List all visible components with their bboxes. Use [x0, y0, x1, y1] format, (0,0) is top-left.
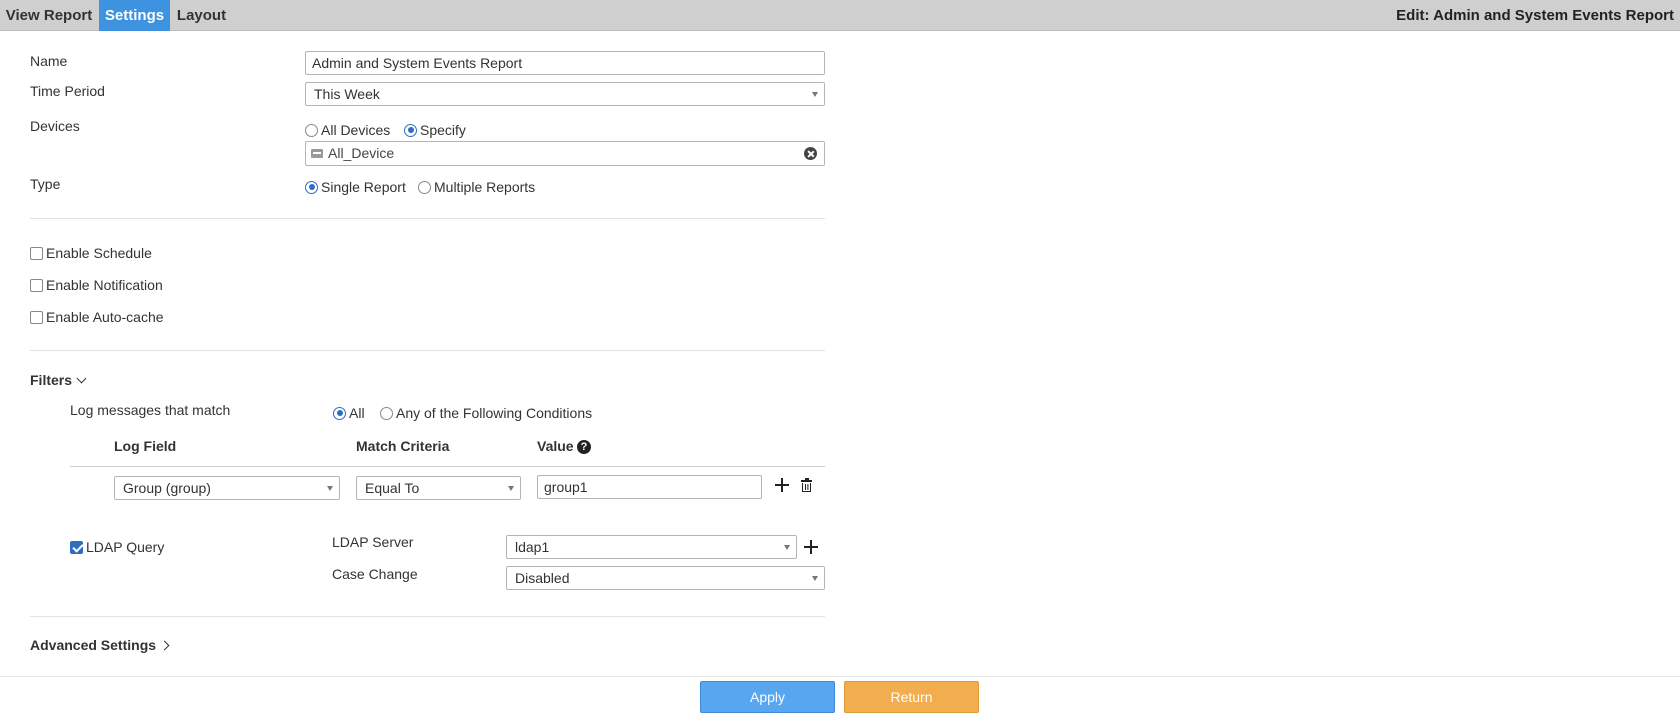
chevron-down-icon	[508, 486, 514, 491]
tab-layout[interactable]: Layout	[170, 0, 233, 31]
help-icon[interactable]: ?	[577, 440, 591, 454]
checkbox-box	[70, 540, 83, 554]
add-filter-icon[interactable]	[775, 478, 789, 492]
ldap-server-value: ldap1	[515, 539, 550, 555]
column-match-criteria: Match Criteria	[356, 438, 450, 454]
enable-autocache-checkbox[interactable]: Enable Auto-cache	[30, 308, 164, 326]
time-period-value: This Week	[314, 86, 380, 102]
time-period-select[interactable]: This Week	[305, 82, 825, 106]
chevron-down-icon	[327, 486, 333, 491]
radio-single-report[interactable]: Single Report	[305, 178, 406, 196]
case-change-select[interactable]: Disabled	[506, 566, 825, 590]
enable-notification-checkbox[interactable]: Enable Notification	[30, 276, 163, 294]
radio-all-devices[interactable]: All Devices	[305, 121, 390, 139]
log-field-value: Group (group)	[123, 480, 211, 496]
radio-circle	[305, 180, 318, 194]
match-criteria-value: Equal To	[365, 480, 420, 496]
filters-toggle[interactable]: Filters	[30, 372, 87, 388]
radio-circle	[404, 123, 417, 137]
checkbox-label: LDAP Query	[86, 539, 165, 555]
column-value: Value	[537, 438, 574, 454]
filters-title: Filters	[30, 372, 73, 388]
divider	[30, 218, 825, 219]
tab-view-report[interactable]: View Report	[0, 0, 98, 31]
ldap-server-label: LDAP Server	[332, 534, 414, 550]
case-change-value: Disabled	[515, 570, 570, 586]
trash-icon[interactable]	[801, 478, 812, 492]
radio-label: Any of the Following Conditions	[396, 405, 593, 421]
radio-match-any[interactable]: Any of the Following Conditions	[380, 404, 592, 422]
checkbox-box	[30, 278, 43, 292]
divider	[30, 350, 825, 351]
checkbox-box	[30, 310, 43, 324]
device-tag-label: All_Device	[328, 145, 395, 161]
chevron-down-icon	[76, 373, 87, 384]
divider	[30, 616, 825, 617]
time-period-label: Time Period	[30, 83, 105, 99]
radio-label: Specify	[420, 122, 466, 138]
tab-settings[interactable]: Settings	[99, 0, 170, 31]
ldap-query-checkbox[interactable]: LDAP Query	[70, 538, 164, 556]
checkbox-label: Enable Notification	[46, 277, 163, 293]
table-header-divider	[70, 466, 825, 467]
footer-divider	[0, 676, 1680, 677]
checkbox-label: Enable Schedule	[46, 245, 152, 261]
clear-icon[interactable]	[804, 147, 817, 160]
radio-circle	[333, 406, 346, 420]
checkbox-box	[30, 246, 43, 260]
radio-label: All Devices	[321, 122, 391, 138]
enable-schedule-checkbox[interactable]: Enable Schedule	[30, 244, 152, 262]
add-ldap-server-icon[interactable]	[804, 540, 818, 554]
chevron-down-icon	[812, 92, 818, 97]
radio-match-all[interactable]: All	[333, 404, 365, 422]
chevron-down-icon	[784, 545, 790, 550]
apply-button[interactable]: Apply	[700, 681, 835, 713]
type-label: Type	[30, 176, 61, 192]
top-bar: View Report Settings Layout Edit: Admin …	[0, 0, 1680, 31]
column-log-field: Log Field	[114, 438, 177, 454]
chevron-down-icon	[812, 576, 818, 581]
device-selector[interactable]: All_Device	[305, 141, 825, 166]
radio-circle	[418, 180, 431, 194]
radio-circle	[305, 123, 318, 137]
radio-circle	[380, 406, 393, 420]
radio-label: Single Report	[321, 179, 406, 195]
chevron-right-icon	[159, 640, 170, 651]
case-change-label: Case Change	[332, 566, 418, 582]
checkbox-label: Enable Auto-cache	[46, 309, 164, 325]
match-label: Log messages that match	[70, 402, 231, 418]
name-input[interactable]	[305, 51, 825, 75]
advanced-settings-toggle[interactable]: Advanced Settings	[30, 637, 170, 653]
match-criteria-select[interactable]: Equal To	[356, 476, 521, 500]
filter-value-input[interactable]	[537, 475, 762, 499]
log-field-select[interactable]: Group (group)	[114, 476, 340, 500]
devices-label: Devices	[30, 118, 80, 134]
radio-multiple-reports[interactable]: Multiple Reports	[418, 178, 535, 196]
advanced-settings-title: Advanced Settings	[30, 637, 157, 653]
ldap-server-select[interactable]: ldap1	[506, 535, 797, 559]
radio-label: All	[349, 405, 365, 421]
radio-specify[interactable]: Specify	[404, 121, 466, 139]
device-icon	[311, 149, 323, 158]
name-label: Name	[30, 53, 68, 69]
page-title: Edit: Admin and System Events Report	[1396, 7, 1674, 24]
return-button[interactable]: Return	[844, 681, 979, 713]
radio-label: Multiple Reports	[434, 179, 536, 195]
